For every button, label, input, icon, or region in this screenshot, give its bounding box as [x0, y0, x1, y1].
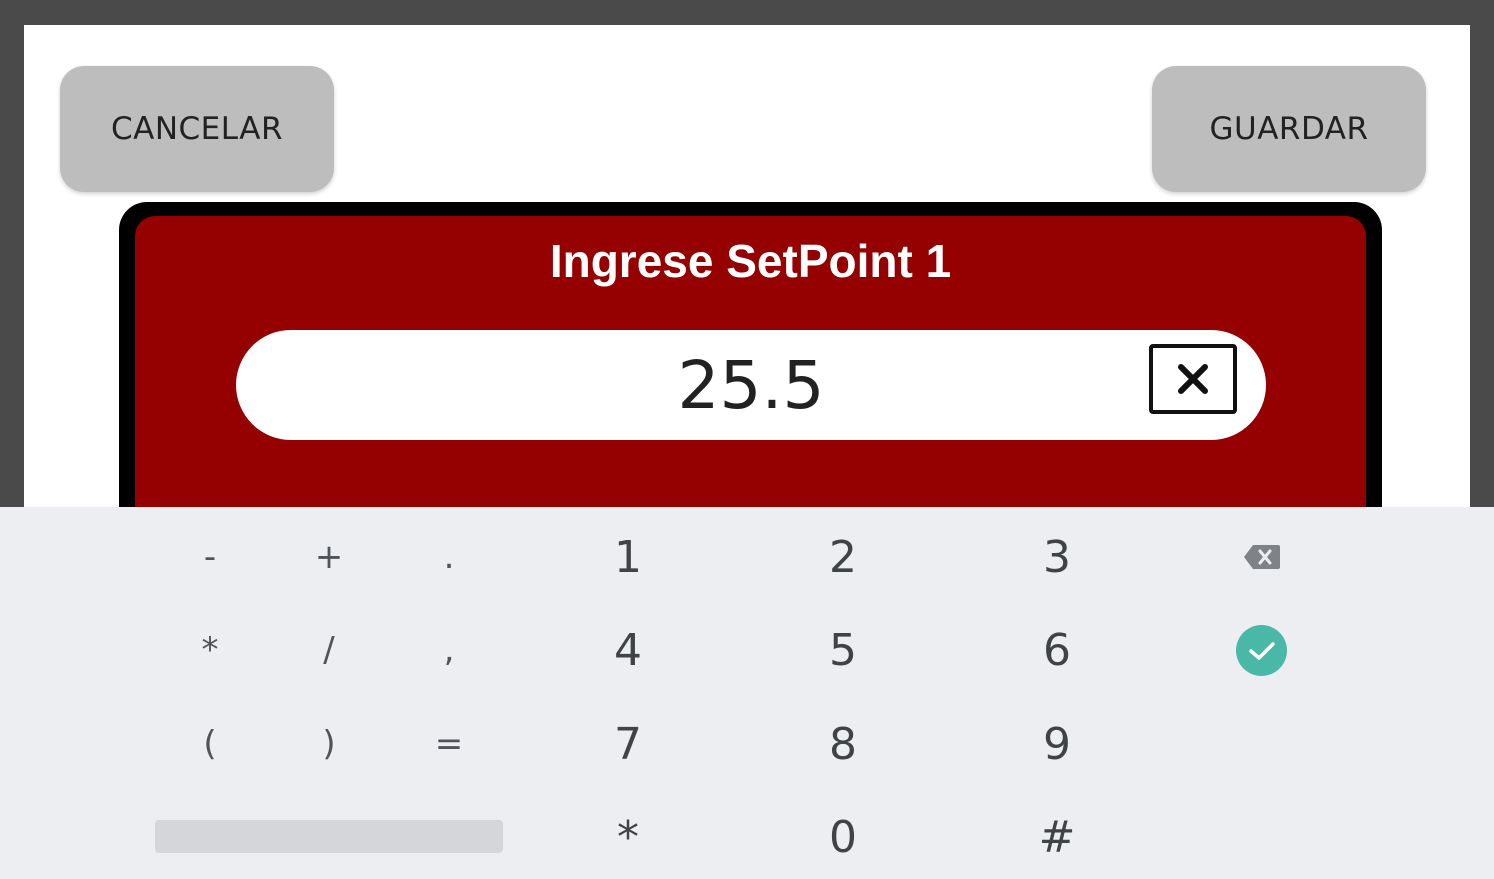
key-label: 6 [1043, 624, 1071, 676]
key-plus[interactable]: + [269, 517, 389, 597]
key-label: 9 [1043, 718, 1071, 770]
numeric-keyboard: - + . 1 2 3 * / , 4 5 6 ( ) = 7 8 9 * 0 … [0, 507, 1494, 879]
key-label: / [323, 630, 335, 670]
cancel-button[interactable]: CANCELAR [60, 66, 334, 192]
backspace-key[interactable] [1232, 535, 1292, 579]
key-asterisk[interactable]: * [150, 610, 270, 690]
key-label: + [314, 537, 344, 577]
done-key[interactable] [1236, 625, 1287, 676]
key-close-paren[interactable]: ) [269, 704, 389, 784]
key-label: 2 [829, 531, 857, 583]
key-6[interactable]: 6 [997, 610, 1117, 690]
key-label: * [617, 811, 639, 863]
setpoint-input[interactable]: 25.5 [236, 330, 1266, 440]
key-slash[interactable]: / [269, 610, 389, 690]
key-period[interactable]: . [389, 517, 509, 597]
setpoint-value: 25.5 [677, 346, 825, 424]
key-label: = [434, 724, 464, 764]
cancel-button-label: CANCELAR [110, 111, 283, 147]
key-8[interactable]: 8 [783, 704, 903, 784]
key-label: # [1038, 811, 1076, 863]
key-minus[interactable]: - [150, 517, 270, 597]
key-label: 4 [614, 624, 642, 676]
key-4[interactable]: 4 [568, 610, 688, 690]
space-key[interactable] [155, 820, 503, 853]
key-label: 1 [614, 531, 642, 583]
key-label: - [203, 537, 217, 577]
key-label: 8 [829, 718, 857, 770]
key-label: , [443, 630, 455, 670]
key-star[interactable]: * [568, 797, 688, 877]
key-1[interactable]: 1 [568, 517, 688, 597]
dialog-title: Ingrese SetPoint 1 [549, 235, 952, 287]
key-5[interactable]: 5 [783, 610, 903, 690]
key-9[interactable]: 9 [997, 704, 1117, 784]
setpoint-dialog: Ingrese SetPoint 1 25.5 [119, 202, 1382, 542]
key-comma[interactable]: , [389, 610, 509, 690]
key-label: ( [203, 724, 217, 764]
key-equals[interactable]: = [389, 704, 509, 784]
key-0[interactable]: 0 [783, 797, 903, 877]
key-7[interactable]: 7 [568, 704, 688, 784]
key-label: * [201, 630, 219, 670]
key-3[interactable]: 3 [997, 517, 1117, 597]
key-label: 7 [614, 718, 642, 770]
key-open-paren[interactable]: ( [150, 704, 270, 784]
key-hash[interactable]: # [997, 797, 1117, 877]
key-label: 3 [1043, 531, 1071, 583]
save-button-label: GUARDAR [1209, 111, 1369, 147]
save-button[interactable]: GUARDAR [1152, 66, 1426, 192]
key-label: . [443, 537, 455, 577]
close-icon [1178, 364, 1208, 394]
clear-button[interactable] [1149, 344, 1237, 414]
key-label: 0 [829, 811, 857, 863]
key-2[interactable]: 2 [783, 517, 903, 597]
key-label: 5 [829, 624, 857, 676]
backspace-icon [1244, 545, 1280, 569]
check-icon [1248, 641, 1275, 660]
setpoint-dialog-body: Ingrese SetPoint 1 25.5 [135, 216, 1366, 542]
key-label: ) [322, 724, 336, 764]
